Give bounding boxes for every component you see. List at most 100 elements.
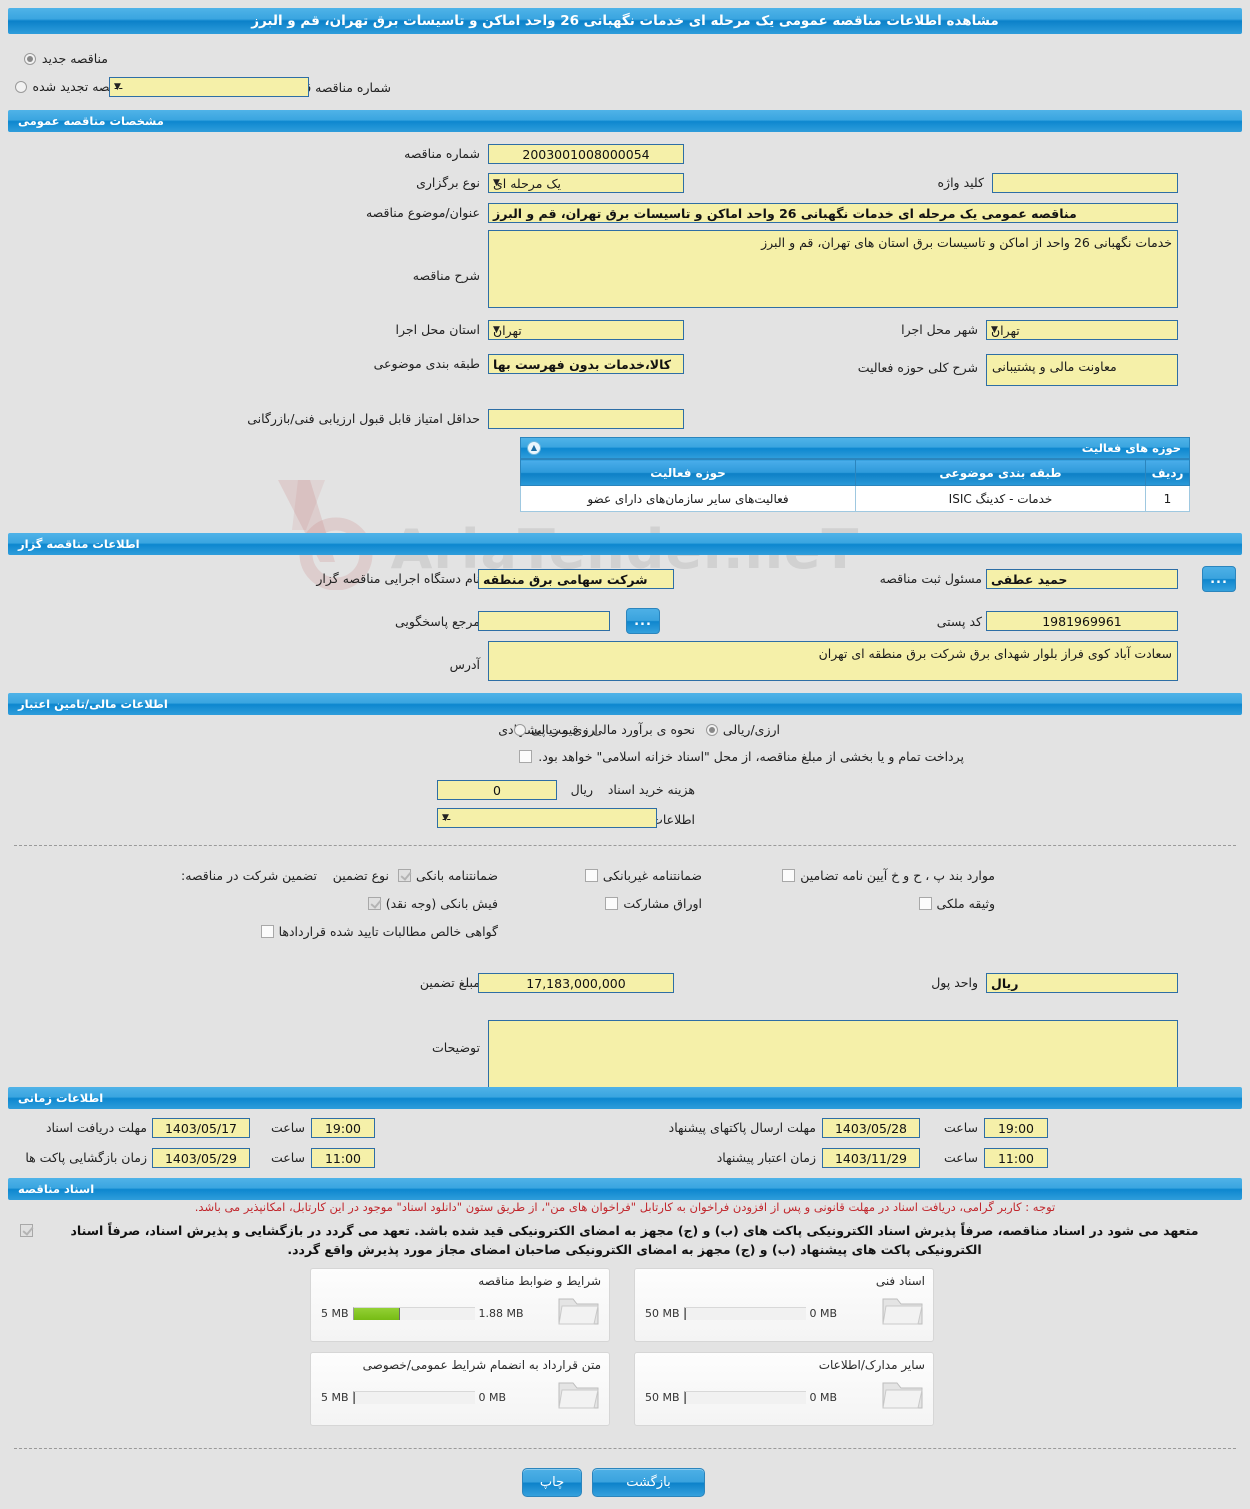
guarantee-notes-label: توضیحات [432, 1040, 480, 1055]
chevron-down-icon: ▼ [991, 325, 998, 335]
progress-bar-technical [683, 1307, 806, 1320]
guarantee-option-bank-guarantee-checkbox[interactable] [398, 869, 412, 882]
postal-code-field[interactable]: 1981969961 [986, 611, 1178, 631]
subject-field[interactable]: مناقصه عمومی یک مرحله ای خدمات نگهبانی 2… [488, 203, 1178, 223]
guarantee-option-net-claims-cert-checkbox[interactable] [260, 925, 274, 938]
category-field[interactable]: کالا،خدمات بدون فهرست بها [488, 354, 684, 374]
doc-receive-date-field[interactable]: 1403/05/17 [152, 1118, 250, 1138]
tender-detail-page: مشاهده اطلاعات مناقصه عمومی یک مرحله ای … [0, 0, 1250, 1509]
guarantee-option-bank-guarantee-label: ضمانتنامه بانکی [416, 868, 498, 883]
documents-red-notice: توجه : کاربر گرامی، دریافت اسناد در مهلت… [194, 1200, 1056, 1214]
treasury-checkbox[interactable] [519, 750, 533, 763]
file-box-other[interactable]: سایر مدارک/اطلاعات 50 MB 0 MB [634, 1352, 934, 1426]
proposal-validity-hour-label: ساعت [943, 1150, 978, 1165]
col-category: طبقه بندی موضوعی [855, 459, 1146, 486]
tender-number-field[interactable]: 2003001008000054 [488, 144, 684, 164]
cell-category: خدمات - کدینگ ISIC [855, 485, 1146, 512]
currency-unit-field[interactable]: ریال [986, 973, 1178, 993]
currency-unit-label: واحد پول [931, 975, 978, 990]
progress-bar-other [683, 1391, 806, 1404]
file-box-technical[interactable]: اسناد فنی 50 MB 0 MB [634, 1268, 934, 1342]
agency-picker-button[interactable]: ... [1202, 566, 1236, 592]
description-textarea[interactable]: خدمات نگهبانی 26 واحد از اماکن و تاسیسات… [488, 230, 1178, 308]
province-label: استان محل اجرا [395, 322, 480, 337]
activity-table: ردیف طبقه بندی موضوعی حوزه فعالیت 1 خدما… [520, 459, 1190, 512]
agency-label: نام دستگاه اجرایی مناقصه گزار [316, 571, 480, 586]
section-organizer-title: اطلاعات مناقصه گزار [18, 537, 140, 551]
estimate-rial-option: ارزی/ریالی [705, 722, 780, 737]
commit-notice-checkbox[interactable] [20, 1224, 33, 1237]
proposal-send-hour-field[interactable]: 19:00 [984, 1118, 1048, 1138]
section-documents-bar: اسناد مناقصه [8, 1178, 1242, 1200]
progress-fill-contract [353, 1392, 355, 1404]
progress-bar-contract [352, 1391, 475, 1404]
progress-fill-terms [353, 1308, 400, 1320]
holding-type-value: یک مرحله ای [493, 175, 562, 191]
contact-label: مرجع پاسخگویی [394, 614, 480, 629]
envelope-open-hour-field[interactable]: 11:00 [311, 1148, 375, 1168]
guarantee-option-bank-receipt-checkbox[interactable] [367, 897, 381, 910]
file-progress-terms: 5 MB 1.88 MB [321, 1307, 524, 1320]
doc-cost-field[interactable]: 0 [437, 780, 557, 800]
print-button[interactable]: چاپ [522, 1468, 582, 1497]
file-size-technical: 0 MB [809, 1307, 838, 1320]
file-progress-other: 50 MB 0 MB [645, 1391, 837, 1404]
file-box-contract[interactable]: متن قرارداد به انضمام شرایط عمومی/خصوصی … [310, 1352, 610, 1426]
contact-field[interactable] [478, 611, 610, 631]
min-score-field[interactable] [488, 409, 684, 429]
proposal-send-date-field[interactable]: 1403/05/28 [822, 1118, 920, 1138]
divider-finance-guarantee [14, 845, 1236, 846]
province-select[interactable]: تهران ▼ [488, 320, 684, 340]
envelope-open-label: زمان بازگشایی پاکت ها [25, 1150, 147, 1165]
doc-cost-unit-label: ریال [570, 782, 593, 797]
file-box-terms[interactable]: شرایط و ضوابط مناقصه 5 MB 1.88 MB [310, 1268, 610, 1342]
proposal-validity-date-field[interactable]: 1403/11/29 [822, 1148, 920, 1168]
guarantee-notes-textarea[interactable] [488, 1020, 1178, 1088]
registrar-field[interactable]: حمید عطفی [986, 569, 1178, 589]
estimate-currency-rial-option-2: ارزی و ریالی [514, 722, 598, 737]
estimate-rial-radio[interactable] [705, 723, 718, 736]
guarantee-option-property-collateral-checkbox[interactable] [918, 897, 932, 910]
doc-receive-hour-label: ساعت [270, 1120, 305, 1135]
activity-scope-field[interactable]: معاونت مالی و پشتیبانی [986, 354, 1178, 386]
doc-receive-hour-field[interactable]: 19:00 [311, 1118, 375, 1138]
section-timing-title: اطلاعات زمانی [18, 1091, 104, 1105]
tender-type-new-label: مناقصه جدید [41, 51, 108, 66]
agency-field[interactable]: شرکت سهامی برق منطقه [478, 569, 674, 589]
estimate-currency-rial-radio[interactable] [514, 723, 526, 736]
guarantee-option-participation-bonds-checkbox[interactable] [605, 897, 619, 910]
keyword-field[interactable] [992, 173, 1178, 193]
section-organizer-bar: اطلاعات مناقصه گزار [8, 533, 1242, 555]
guarantee-type-label: نوع تضمین [332, 868, 389, 883]
guarantee-amount-field[interactable]: 17,183,000,000 [478, 973, 674, 993]
guarantee-option-nonbank-guarantee-checkbox[interactable] [584, 869, 598, 882]
guarantee-option-net-claims-cert: گواهی خالص مطالبات تایید شده قراردادها [260, 924, 498, 939]
activity-table-head-row: ردیف طبقه بندی موضوعی حوزه فعالیت [520, 459, 1190, 486]
estimate-currency-rial-label: ارزی و ریالی [531, 722, 598, 737]
account-info-select[interactable]: -- ▼ [437, 808, 657, 828]
section-general-title: مشخصات مناقصه عمومی [18, 114, 164, 128]
chevron-down-icon: ▼ [114, 82, 121, 92]
city-select[interactable]: تهران ▼ [986, 320, 1178, 340]
divider-footer [14, 1448, 1236, 1449]
col-scope: حوزه فعالیت [520, 459, 856, 486]
contact-picker-button[interactable]: ... [626, 608, 660, 634]
holding-type-select[interactable]: یک مرحله ای ▼ [488, 173, 684, 193]
tender-type-new-radio[interactable] [23, 52, 36, 65]
file-name-terms: شرایط و ضوابط مناقصه [478, 1274, 601, 1288]
address-textarea[interactable]: سعادت آباد کوی فراز بلوار شهدای برق شرکت… [488, 641, 1178, 681]
tender-type-renewed-radio[interactable] [14, 80, 27, 93]
envelope-open-date-field[interactable]: 1403/05/29 [152, 1148, 250, 1168]
previous-tender-number-select[interactable]: -- ▼ [109, 77, 309, 97]
guarantee-option-net-claims-cert-label: گواهی خالص مطالبات تایید شده قراردادها [278, 924, 498, 939]
section-general-bar: مشخصات مناقصه عمومی [8, 110, 1242, 132]
estimate-rial-label: ارزی/ریالی [722, 722, 780, 737]
guarantee-option-regulation-items-checkbox[interactable] [782, 869, 796, 882]
proposal-validity-hour-field[interactable]: 11:00 [984, 1148, 1048, 1168]
guarantee-option-nonbank-guarantee-label: ضمانتنامه غیربانکی [602, 868, 702, 883]
collapse-icon[interactable]: ▲ [527, 441, 541, 455]
back-button[interactable]: بازگشت [592, 1468, 705, 1497]
section-timing-bar: اطلاعات زمانی [8, 1087, 1242, 1109]
guarantee-amount-label: مبلغ تضمین [419, 975, 480, 990]
guarantee-participation-label: تضمین شرکت در مناقصه: [181, 868, 317, 883]
